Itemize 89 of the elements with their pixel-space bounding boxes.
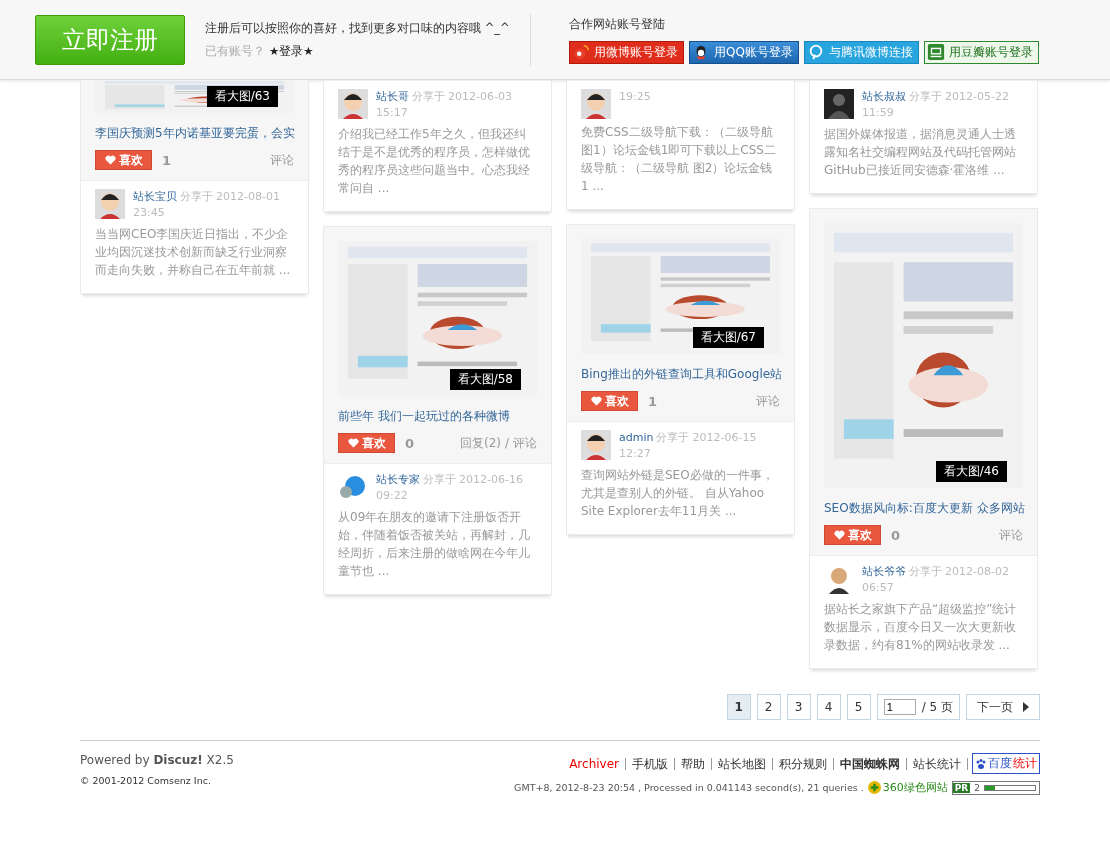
pagerank-badge: PR 2	[951, 780, 1040, 795]
footer-link[interactable]: 积分规则	[773, 757, 834, 770]
view-large-label[interactable]: 看大图/46	[935, 461, 1007, 482]
post-date: 2012-06-03	[448, 89, 512, 105]
avatar-icon[interactable]	[581, 89, 611, 119]
post-date: 2012-06-15	[692, 430, 757, 446]
avatar-icon[interactable]	[95, 189, 125, 219]
post-excerpt: 据国外媒体报道，据消息灵通人士透露知名社交编程网站及代码托管网站GitHub已接近同安德森·霍洛维 ...	[824, 126, 1017, 179]
author-link[interactable]: 站长爷爷	[862, 564, 906, 580]
page-link[interactable]: 1	[726, 694, 751, 720]
like-button[interactable]: 喜欢	[581, 391, 638, 411]
next-page-button[interactable]: 下一页	[966, 694, 1040, 720]
like-button[interactable]: 喜欢	[338, 433, 395, 453]
view-large-label[interactable]: 看大图/58	[449, 369, 521, 390]
copyright: © 2001-2012 Comsenz Inc.	[80, 775, 212, 786]
author-link[interactable]: 站长叔叔	[862, 89, 906, 105]
post-excerpt: 查询网站外链是SEO必做的一件事，尤其是查别人的外链。 自从Yahoo Site Explorer去年11月关 ...	[581, 467, 775, 520]
post-excerpt: 介绍我已经工作5年之久，但我还纠结于是不是优秀的程序员，怎样做优秀的程序员这些问题当中。心态我经常问自 ...	[338, 126, 531, 197]
page-input[interactable]: 1	[883, 699, 916, 715]
footer-link[interactable]: 站长地图	[712, 757, 773, 770]
logo-icon	[572, 43, 590, 61]
post-date: 2012-05-22	[945, 89, 1009, 105]
heart-icon	[590, 396, 602, 406]
post-date: 2012-08-02	[945, 564, 1009, 580]
post-title[interactable]: 前些年 我们一起玩过的各种微博	[338, 408, 537, 425]
post-time: 12:27	[619, 446, 651, 462]
view-large-label[interactable]: 看大图/67	[692, 327, 764, 348]
post-date: 2012-08-01	[216, 189, 280, 205]
footer-link[interactable]: 中国蜘蛛网	[834, 757, 907, 770]
shared-label: 分享于	[909, 89, 942, 105]
post-time: 11:59	[862, 105, 894, 121]
page-total: / 5 页	[921, 698, 953, 716]
post-excerpt: 当当网CEO李国庆近日指出，不少企业均因沉迷技术创新而缺乏行业洞察而走向失败，并称自己在五年前就 ...	[95, 226, 292, 279]
login-link[interactable]: ★登录★	[269, 43, 314, 58]
footer-link[interactable]: 手机版	[626, 757, 675, 770]
heart-icon	[347, 438, 359, 448]
like-button[interactable]: 喜欢	[95, 150, 152, 170]
avatar-icon[interactable]	[338, 89, 368, 119]
post-date: 2012-06-16	[459, 472, 523, 488]
like-count: 1	[648, 393, 658, 409]
post-time: 09:22	[376, 488, 408, 504]
post-time: 19:25	[619, 89, 651, 105]
author-link[interactable]: 站长专家	[376, 472, 420, 488]
page-link[interactable]: 4	[816, 694, 841, 720]
shared-label: 分享于	[656, 430, 690, 446]
author-link[interactable]: 站长哥	[376, 89, 409, 105]
separator-text: /	[504, 436, 509, 450]
footer-link[interactable]: 站长统计	[907, 757, 968, 770]
caret-icon	[1023, 702, 1029, 712]
post-title[interactable]: SEO数据风向标:百度大更新 众多网站	[824, 500, 1023, 517]
avatar-icon[interactable]	[581, 430, 611, 460]
page-link[interactable]: 5	[846, 694, 871, 720]
plus-icon	[867, 781, 881, 794]
page-link[interactable]: 3	[786, 694, 811, 720]
like-count: 1	[162, 152, 172, 168]
partner-login-button[interactable]: 用豆瓣账号登录	[923, 40, 1039, 64]
post-excerpt: 免费CSS二级导航下载：（二级导航图1）论坛金钱1即可下载以上CSS二级导航：（二级导航 图2）论坛金钱1 ...	[581, 124, 777, 195]
heart-icon	[833, 530, 845, 540]
post-title[interactable]: Bing推出的外链查询工具和Google站	[581, 366, 780, 383]
baidu-stats-badge[interactable]: 百度统计	[972, 753, 1040, 774]
like-count: 0	[891, 527, 901, 543]
safe-site-badge[interactable]: 360绿色网站	[867, 780, 948, 795]
post-excerpt: 据站长之家旗下产品“超级监控”统计数据显示，百度今日又一次大更新收录数据，约有81%的网站收录发 ...	[824, 601, 1018, 654]
post-excerpt: 从09年在朋友的邀请下注册饭否开始，伴随着饭否被关站，再解封，几经周折，后来注册的做啥网在今年儿童节也 ...	[338, 509, 531, 580]
view-large-label[interactable]: 看大图/63	[206, 86, 278, 107]
logo-icon	[926, 43, 945, 61]
partner-login-button[interactable]: 用QQ账号登录	[689, 40, 799, 64]
intro-text: 注册后可以按照你的喜好，找到更多对口味的内容哦 ^_^	[205, 20, 511, 36]
like-count: 0	[405, 435, 415, 451]
footer-link[interactable]: 帮助	[675, 757, 712, 770]
stats-text: GMT+8, 2012-8-23 20:54 , Processed in 0.041143 second(s), 21 queries .	[514, 782, 864, 793]
post-time: 15:17	[376, 105, 408, 121]
page-link[interactable]: 2	[756, 694, 781, 720]
post-time: 23:45	[133, 205, 165, 221]
shared-label: 分享于	[412, 89, 445, 105]
shared-label: 分享于	[180, 189, 213, 205]
partner-title: 合作网站账号登陆	[569, 15, 666, 33]
author-link[interactable]: 站长宝贝	[133, 189, 177, 205]
author-link[interactable]: admin	[619, 430, 654, 446]
like-button[interactable]: 喜欢	[824, 525, 881, 545]
shared-label: 分享于	[423, 472, 456, 488]
powered-by: Powered by Discuz! X2.5	[80, 753, 234, 767]
account-prompt: 已有账号？	[205, 43, 265, 58]
heart-icon	[104, 155, 116, 165]
shared-label: 分享于	[909, 564, 942, 580]
partner-login-button[interactable]: 用微博账号登录	[569, 40, 684, 64]
post-title[interactable]: 李国庆预测5年内诺基亚要完蛋，会实	[95, 125, 294, 142]
footer-link[interactable]: Archiver	[563, 757, 626, 770]
post-time: 06:57	[862, 580, 894, 596]
